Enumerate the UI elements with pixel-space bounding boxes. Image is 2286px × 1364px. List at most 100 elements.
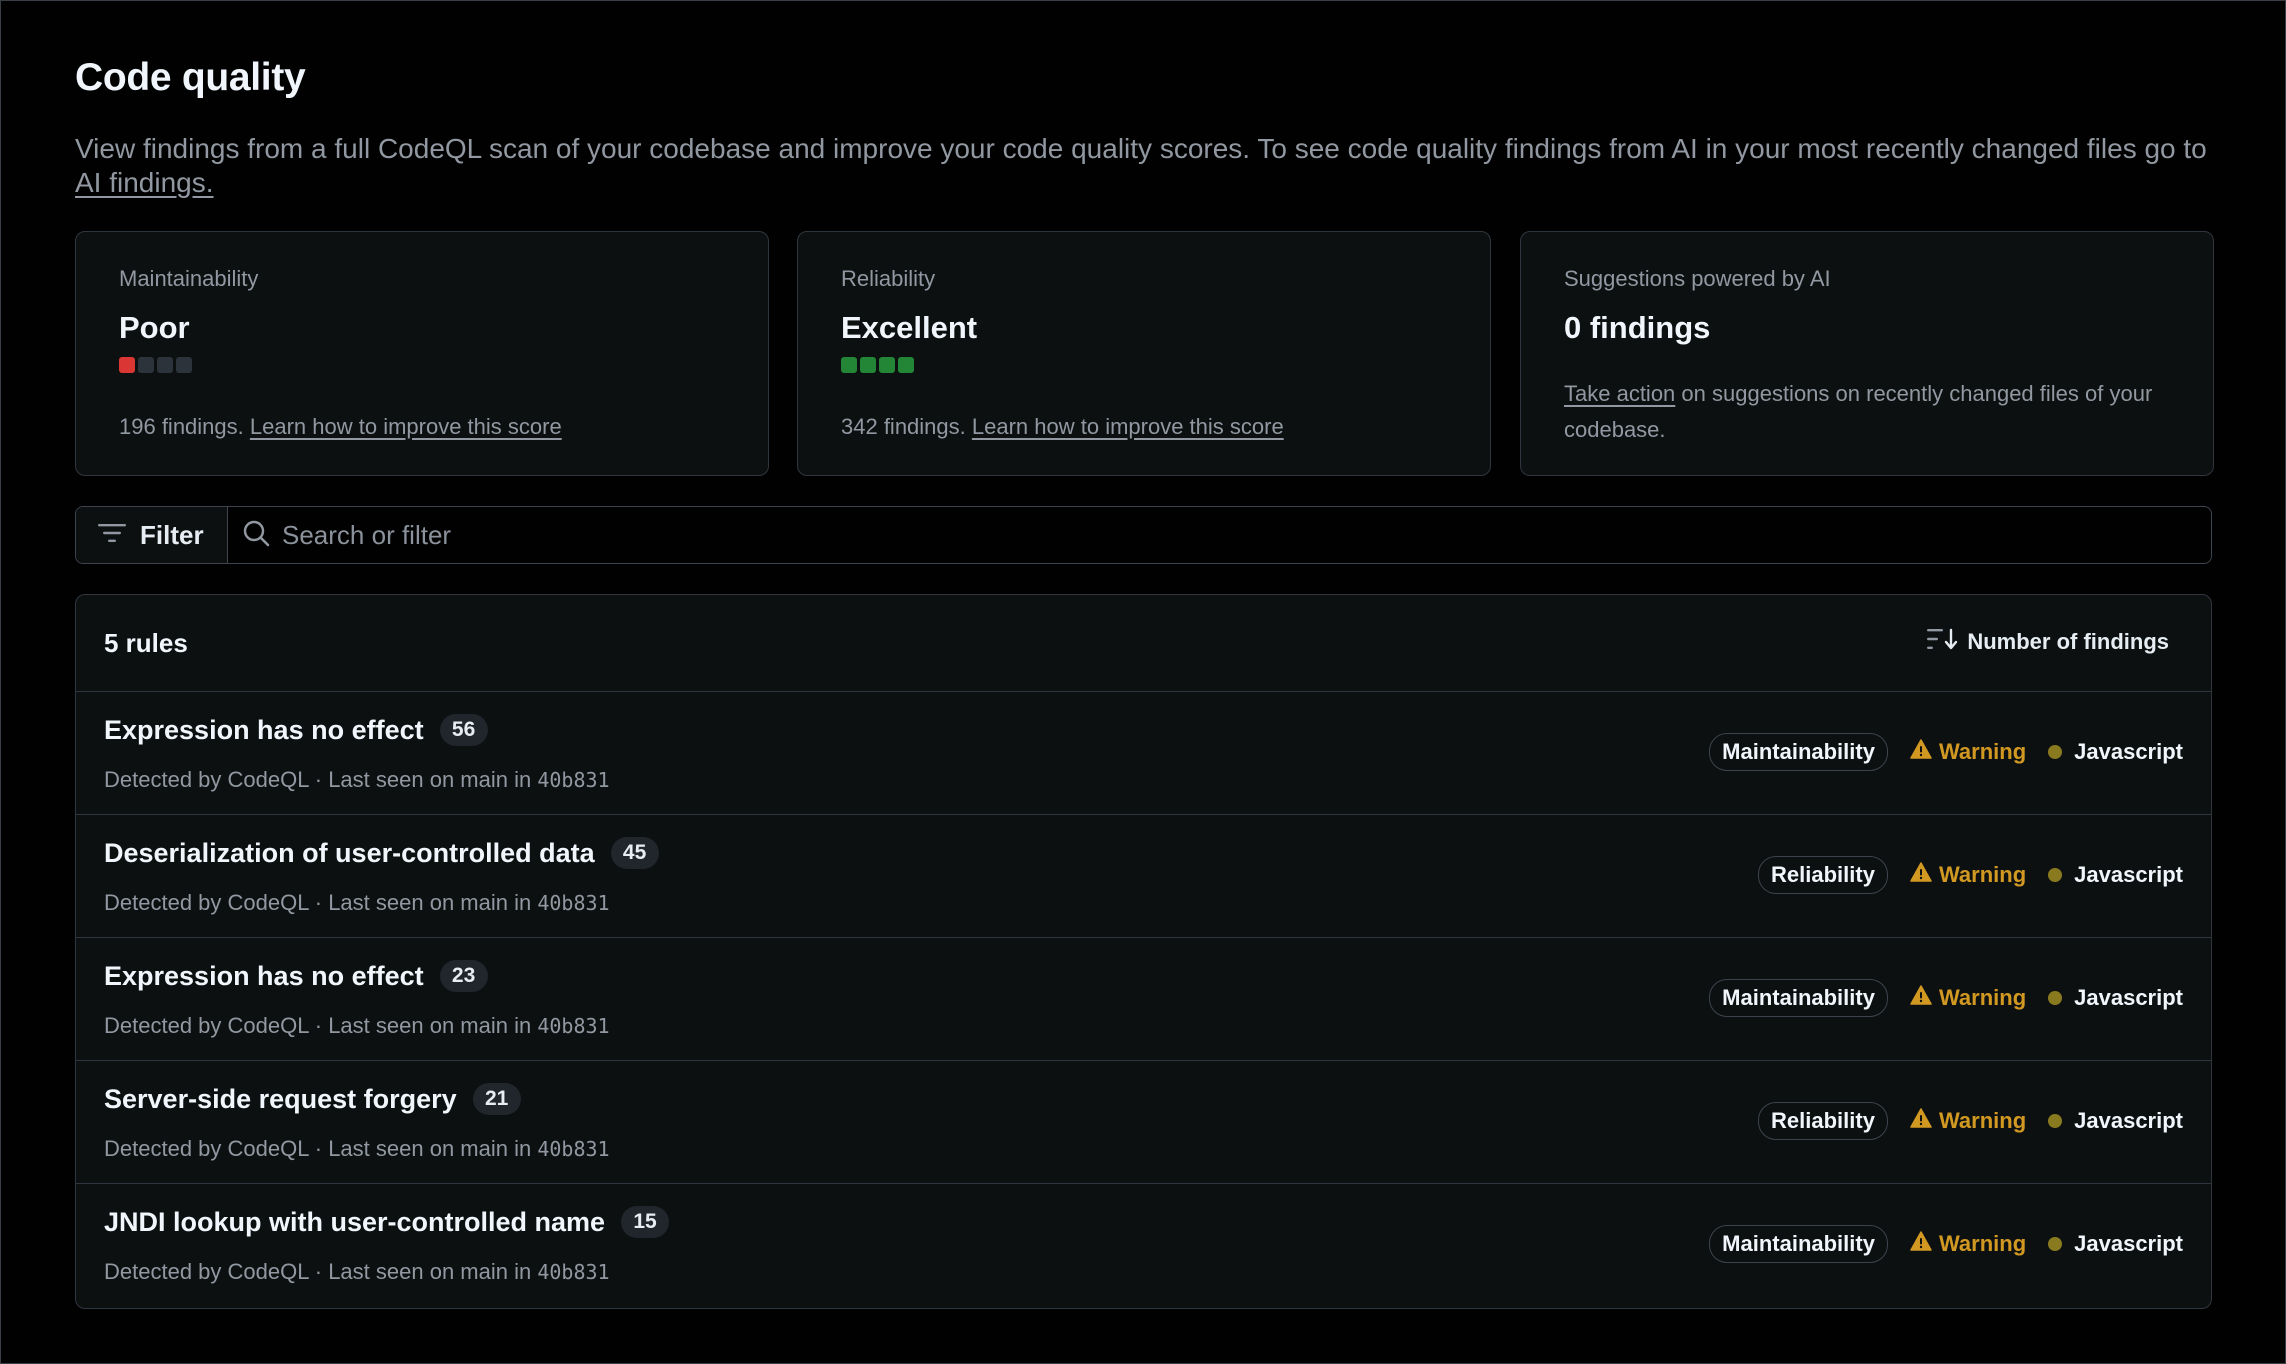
score-segment <box>898 357 914 373</box>
score-segment <box>157 357 173 373</box>
reliability-card: Reliability Excellent 342 findings. Lear… <box>797 231 1491 476</box>
alert-icon <box>1910 739 1932 765</box>
ai-suggestions-text: Take action on suggestions on recently c… <box>1564 376 2204 448</box>
score-segment <box>841 357 857 373</box>
page-description: View findings from a full CodeQL scan of… <box>75 132 2212 200</box>
rule-name[interactable]: Expression has no effect <box>104 961 424 992</box>
page-description-text: View findings from a full CodeQL scan of… <box>75 133 2207 164</box>
score-segment <box>138 357 154 373</box>
rule-meta-text: Detected by CodeQL · Last seen on main i… <box>104 1259 538 1284</box>
rule-title-line: JNDI lookup with user-controlled name 15 <box>104 1206 670 1238</box>
rule-meta: Detected by CodeQL · Last seen on main i… <box>104 767 610 793</box>
alert-icon <box>1910 862 1932 888</box>
commit-sha[interactable]: 40b831 <box>537 891 609 915</box>
app-frame: Code quality View findings from a full C… <box>0 0 2286 1364</box>
rule-meta: Detected by CodeQL · Last seen on main i… <box>104 1259 610 1285</box>
rule-title-line: Expression has no effect 56 <box>104 714 488 746</box>
rule-findings-count: 15 <box>621 1206 670 1238</box>
rule-row[interactable]: Server-side request forgery 21 Detected … <box>76 1061 2211 1184</box>
severity-text: Warning <box>1938 1231 2027 1256</box>
reliability-label: Reliability <box>841 266 936 291</box>
rule-name[interactable]: Server-side request forgery <box>104 1084 457 1115</box>
reliability-findings-count: 342 findings. <box>841 414 966 439</box>
maintainability-footer: 196 findings. Learn how to improve this … <box>119 414 562 440</box>
language-text: Javascript <box>2074 1108 2183 1133</box>
language-text: Javascript <box>2074 862 2183 887</box>
rule-meta-text: Detected by CodeQL · Last seen on main i… <box>104 1013 538 1038</box>
severity-label: Warning <box>1910 1231 2026 1257</box>
rule-tags: Maintainability Warning Javascript <box>1709 1225 2183 1263</box>
rule-tags: Maintainability Warning Javascript <box>1709 733 2183 771</box>
maintainability-improve-link[interactable]: Learn how to improve this score <box>250 414 562 439</box>
score-segment <box>860 357 876 373</box>
severity-text: Warning <box>1938 862 2027 887</box>
filter-button-label: Filter <box>140 519 204 550</box>
rule-tags: Reliability Warning Javascript <box>1758 1102 2183 1140</box>
rule-findings-count: 23 <box>439 960 488 992</box>
rule-row[interactable]: JNDI lookup with user-controlled name 15… <box>76 1184 2211 1307</box>
page-title: Code quality <box>75 56 306 99</box>
ai-findings-count: 0 findings <box>1564 310 1711 345</box>
severity-label: Warning <box>1910 1108 2026 1134</box>
sort-label: Number of findings <box>1967 629 2169 654</box>
rule-meta: Detected by CodeQL · Last seen on main i… <box>104 1013 610 1039</box>
maintainability-label: Maintainability <box>119 266 259 291</box>
rule-findings-count: 56 <box>439 714 488 746</box>
commit-sha[interactable]: 40b831 <box>537 1014 609 1038</box>
severity-label: Warning <box>1910 739 2026 765</box>
severity-label: Warning <box>1910 985 2026 1011</box>
language-label: Javascript <box>2048 1108 2183 1134</box>
score-cards: Maintainability Poor 196 findings. Learn… <box>75 231 2214 476</box>
severity-text: Warning <box>1938 739 2027 764</box>
rule-meta-text: Detected by CodeQL · Last seen on main i… <box>104 1136 538 1161</box>
take-action-link[interactable]: Take action <box>1564 381 1675 406</box>
language-color-dot <box>2048 1114 2063 1128</box>
reliability-footer: 342 findings. Learn how to improve this … <box>841 414 1284 440</box>
reliability-improve-link[interactable]: Learn how to improve this score <box>972 414 1284 439</box>
rule-title-line: Expression has no effect 23 <box>104 960 488 992</box>
maintainability-score-bar <box>119 357 192 373</box>
commit-sha[interactable]: 40b831 <box>537 1260 609 1284</box>
rule-name[interactable]: Deserialization of user-controlled data <box>104 838 595 869</box>
rule-tags: Reliability Warning Javascript <box>1758 856 2183 894</box>
filter-button[interactable]: Filter <box>76 507 228 563</box>
language-color-dot <box>2048 745 2063 759</box>
category-label: Reliability <box>1758 856 1888 894</box>
language-text: Javascript <box>2074 1231 2183 1256</box>
commit-sha[interactable]: 40b831 <box>537 1137 609 1161</box>
rule-meta: Detected by CodeQL · Last seen on main i… <box>104 890 610 916</box>
sort-by-findings-button[interactable]: Number of findings <box>1927 628 2169 656</box>
category-label: Reliability <box>1758 1102 1888 1140</box>
category-label: Maintainability <box>1709 733 1888 771</box>
rule-meta: Detected by CodeQL · Last seen on main i… <box>104 1136 610 1162</box>
maintainability-findings-count: 196 findings. <box>119 414 244 439</box>
language-label: Javascript <box>2048 862 2183 888</box>
maintainability-score: Poor <box>119 310 190 345</box>
category-label: Maintainability <box>1709 1225 1888 1263</box>
rule-tags: Maintainability Warning Javascript <box>1709 979 2183 1017</box>
severity-text: Warning <box>1938 1108 2027 1133</box>
filter-bar: Filter <box>75 506 2212 564</box>
sort-descending-icon <box>1927 628 1959 656</box>
filter-icon <box>98 523 126 548</box>
rule-name[interactable]: JNDI lookup with user-controlled name <box>104 1207 605 1238</box>
search-input[interactable] <box>280 518 2211 552</box>
rules-list-header: 5 rules Number of findings <box>76 595 2211 692</box>
rules-count: 5 rules <box>104 628 188 658</box>
score-segment <box>879 357 895 373</box>
rule-row[interactable]: Expression has no effect 23 Detected by … <box>76 938 2211 1061</box>
search-field <box>228 518 2211 552</box>
category-label: Maintainability <box>1709 979 1888 1017</box>
language-text: Javascript <box>2074 739 2183 764</box>
rules-list: 5 rules Number of findings Expression ha… <box>75 594 2212 1309</box>
language-color-dot <box>2048 868 2063 882</box>
alert-icon <box>1910 1231 1932 1257</box>
rule-name[interactable]: Expression has no effect <box>104 715 424 746</box>
commit-sha[interactable]: 40b831 <box>537 768 609 792</box>
ai-findings-link[interactable]: AI findings. <box>75 167 214 198</box>
rule-row[interactable]: Expression has no effect 56 Detected by … <box>76 692 2211 815</box>
rule-findings-count: 45 <box>610 837 659 869</box>
rule-meta-text: Detected by CodeQL · Last seen on main i… <box>104 890 538 915</box>
rule-row[interactable]: Deserialization of user-controlled data … <box>76 815 2211 938</box>
score-segment <box>176 357 192 373</box>
